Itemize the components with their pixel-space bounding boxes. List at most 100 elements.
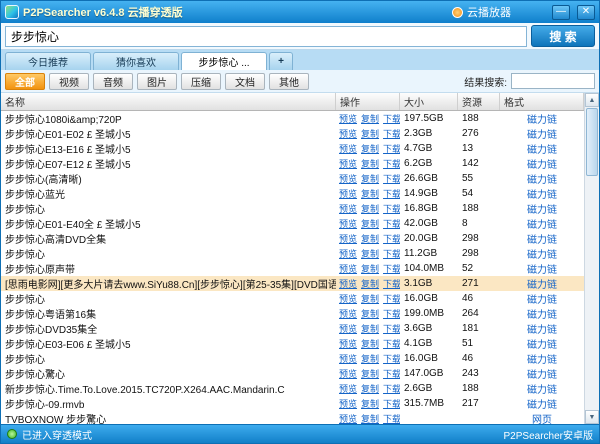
- download-link[interactable]: 下载: [383, 172, 400, 185]
- download-link[interactable]: 下载: [383, 352, 400, 365]
- download-link[interactable]: 下载: [383, 112, 400, 125]
- table-row[interactable]: 步步惊心E01-E02 £ 圣城小5 预览复制下载 2.3GB 276 磁力链: [1, 126, 584, 141]
- copy-link[interactable]: 复制: [361, 337, 379, 350]
- table-row[interactable]: 步步惊心DVD35集全 预览复制下载 3.6GB 181 磁力链: [1, 321, 584, 336]
- filter-all[interactable]: 全部: [5, 73, 45, 90]
- tab-today-recommend[interactable]: 今日推荐: [5, 52, 91, 70]
- table-row[interactable]: 步步惊心(高清晰) 预览复制下载 26.6GB 55 磁力链: [1, 171, 584, 186]
- download-link[interactable]: 下载: [383, 322, 400, 335]
- table-row[interactable]: 步步惊心原声带 预览复制下载 104.0MB 52 磁力链: [1, 261, 584, 276]
- copy-link[interactable]: 复制: [361, 112, 379, 125]
- download-link[interactable]: 下载: [383, 187, 400, 200]
- filter-image[interactable]: 图片: [137, 73, 177, 90]
- table-row[interactable]: [思雨电影网][更多大片请去www.SiYu88.Cn][步步惊心][第25-3…: [1, 276, 584, 291]
- minimize-button[interactable]: —: [552, 5, 570, 20]
- table-row[interactable]: 步步惊心E01-E40全 £ 圣城小5 预览复制下载 42.0GB 8 磁力链: [1, 216, 584, 231]
- table-row[interactable]: 新步步惊心.Time.To.Love.2015.TC720P.X264.AAC.…: [1, 381, 584, 396]
- preview-link[interactable]: 预览: [339, 157, 357, 170]
- filter-other[interactable]: 其他: [269, 73, 309, 90]
- copy-link[interactable]: 复制: [361, 397, 379, 410]
- preview-link[interactable]: 预览: [339, 412, 357, 424]
- copy-link[interactable]: 复制: [361, 367, 379, 380]
- search-button[interactable]: 搜 索: [531, 25, 595, 47]
- copy-link[interactable]: 复制: [361, 262, 379, 275]
- copy-link[interactable]: 复制: [361, 127, 379, 140]
- table-row[interactable]: 步步惊心E07-E12 £ 圣城小5 预览复制下载 6.2GB 142 磁力链: [1, 156, 584, 171]
- download-link[interactable]: 下载: [383, 127, 400, 140]
- download-link[interactable]: 下载: [383, 142, 400, 155]
- tab-current-search[interactable]: 步步惊心 ...: [181, 52, 267, 70]
- preview-link[interactable]: 预览: [339, 142, 357, 155]
- download-link[interactable]: 下载: [383, 262, 400, 275]
- download-link[interactable]: 下载: [383, 292, 400, 305]
- scrollbar-thumb[interactable]: [586, 108, 598, 176]
- close-button[interactable]: ✕: [577, 5, 595, 20]
- copy-link[interactable]: 复制: [361, 232, 379, 245]
- download-link[interactable]: 下载: [383, 337, 400, 350]
- copy-link[interactable]: 复制: [361, 352, 379, 365]
- preview-link[interactable]: 预览: [339, 292, 357, 305]
- preview-link[interactable]: 预览: [339, 232, 357, 245]
- vertical-scrollbar[interactable]: ▲ ▼: [584, 93, 599, 424]
- preview-link[interactable]: 预览: [339, 217, 357, 230]
- table-row[interactable]: 步步惊心E03-E06 £ 圣城小5 预览复制下载 4.1GB 51 磁力链: [1, 336, 584, 351]
- copy-link[interactable]: 复制: [361, 307, 379, 320]
- copy-link[interactable]: 复制: [361, 202, 379, 215]
- filter-video[interactable]: 视频: [49, 73, 89, 90]
- copy-link[interactable]: 复制: [361, 292, 379, 305]
- preview-link[interactable]: 预览: [339, 367, 357, 380]
- preview-link[interactable]: 预览: [339, 247, 357, 260]
- result-search-input[interactable]: [511, 73, 595, 89]
- preview-link[interactable]: 预览: [339, 337, 357, 350]
- filter-document[interactable]: 文档: [225, 73, 265, 90]
- scroll-up-icon[interactable]: ▲: [585, 93, 599, 107]
- table-row[interactable]: 步步惊心高清DVD全集 预览复制下载 20.0GB 298 磁力链: [1, 231, 584, 246]
- copy-link[interactable]: 复制: [361, 157, 379, 170]
- preview-link[interactable]: 预览: [339, 112, 357, 125]
- copy-link[interactable]: 复制: [361, 322, 379, 335]
- download-link[interactable]: 下载: [383, 217, 400, 230]
- preview-link[interactable]: 预览: [339, 307, 357, 320]
- table-row[interactable]: 步步惊心粤语第16集 预览复制下载 199.0MB 264 磁力链: [1, 306, 584, 321]
- download-link[interactable]: 下载: [383, 247, 400, 260]
- preview-link[interactable]: 预览: [339, 262, 357, 275]
- copy-link[interactable]: 复制: [361, 142, 379, 155]
- download-link[interactable]: 下载: [383, 382, 400, 395]
- preview-link[interactable]: 预览: [339, 172, 357, 185]
- preview-link[interactable]: 预览: [339, 187, 357, 200]
- table-row[interactable]: 步步惊心 预览复制下载 11.2GB 298 磁力链: [1, 246, 584, 261]
- preview-link[interactable]: 预览: [339, 397, 357, 410]
- download-link[interactable]: 下载: [383, 307, 400, 320]
- download-link[interactable]: 下载: [383, 232, 400, 245]
- filter-audio[interactable]: 音频: [93, 73, 133, 90]
- scrollbar-track[interactable]: [585, 107, 599, 410]
- copy-link[interactable]: 复制: [361, 412, 379, 424]
- tab-guess-you-like[interactable]: 猜你喜欢: [93, 52, 179, 70]
- preview-link[interactable]: 预览: [339, 127, 357, 140]
- table-row[interactable]: 步步惊心 预览复制下载 16.8GB 188 磁力链: [1, 201, 584, 216]
- download-link[interactable]: 下载: [383, 412, 400, 424]
- table-row[interactable]: 步步惊心驚心 预览复制下载 147.0GB 243 磁力链: [1, 366, 584, 381]
- copy-link[interactable]: 复制: [361, 187, 379, 200]
- table-row[interactable]: 步步惊心 预览复制下载 16.0GB 46 磁力链: [1, 351, 584, 366]
- scroll-down-icon[interactable]: ▼: [585, 410, 599, 424]
- download-link[interactable]: 下载: [383, 202, 400, 215]
- table-row[interactable]: TVBOXNOW 步步驚心 预览复制下载 网页: [1, 411, 584, 424]
- download-link[interactable]: 下载: [383, 157, 400, 170]
- preview-link[interactable]: 预览: [339, 352, 357, 365]
- preview-link[interactable]: 预览: [339, 322, 357, 335]
- cloud-player-button[interactable]: 云播放器: [452, 4, 511, 20]
- preview-link[interactable]: 预览: [339, 277, 357, 290]
- table-row[interactable]: 步步惊心-09.rmvb 预览复制下载 315.7MB 217 磁力链: [1, 396, 584, 411]
- copy-link[interactable]: 复制: [361, 247, 379, 260]
- android-version-link[interactable]: P2PSearcher安卓版: [504, 427, 593, 442]
- table-row[interactable]: 步步惊心蓝光 预览复制下载 14.9GB 54 磁力链: [1, 186, 584, 201]
- preview-link[interactable]: 预览: [339, 382, 357, 395]
- copy-link[interactable]: 复制: [361, 382, 379, 395]
- download-link[interactable]: 下载: [383, 367, 400, 380]
- filter-archive[interactable]: 压缩: [181, 73, 221, 90]
- preview-link[interactable]: 预览: [339, 202, 357, 215]
- table-row[interactable]: 步步惊心E13-E16 £ 圣城小5 预览复制下载 4.7GB 13 磁力链: [1, 141, 584, 156]
- copy-link[interactable]: 复制: [361, 217, 379, 230]
- table-row[interactable]: 步步惊心 预览复制下载 16.0GB 46 磁力链: [1, 291, 584, 306]
